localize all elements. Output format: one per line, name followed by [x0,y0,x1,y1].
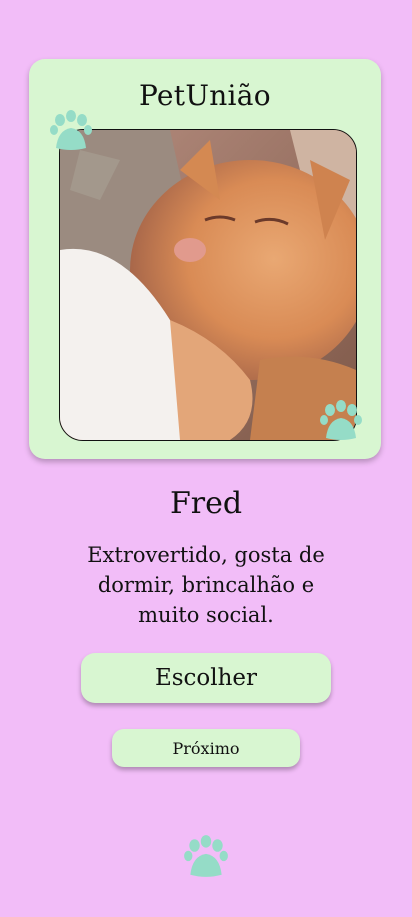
paw-print-icon [318,398,364,444]
next-button[interactable]: Próximo [112,729,300,767]
choose-button[interactable]: Escolher [81,653,331,703]
pet-description: Extrovertido, gosta de dormir, brincalhã… [87,543,325,627]
pet-photo [59,129,357,441]
pet-name: Fred [169,486,243,521]
paw-print-icon [182,833,230,881]
paw-print-icon [48,108,94,154]
